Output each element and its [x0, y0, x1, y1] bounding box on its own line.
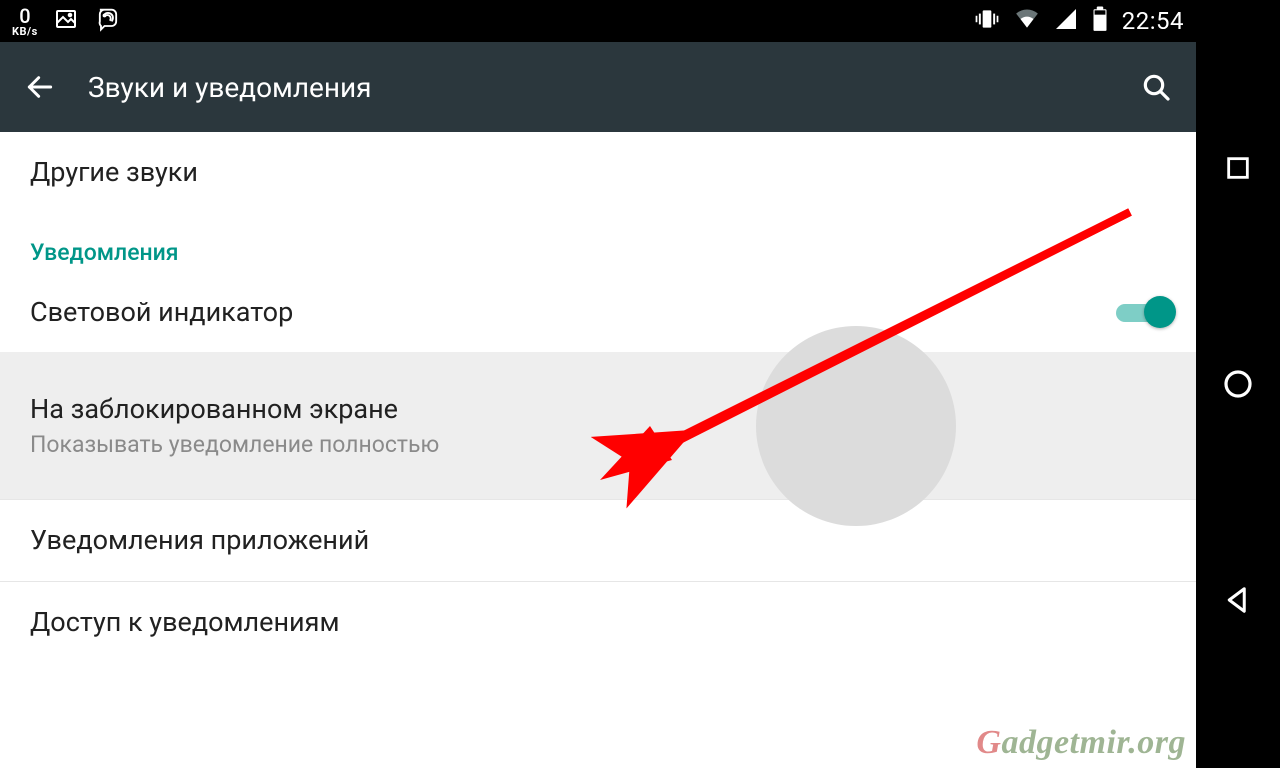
- row-notification-access[interactable]: Доступ к уведомлениям: [0, 582, 1196, 663]
- status-bar-left: 0 KB/s: [12, 5, 122, 38]
- row-lock-screen[interactable]: На заблокированном экране Показывать уве…: [0, 353, 1196, 499]
- back-nav-button[interactable]: [1220, 582, 1256, 618]
- settings-list: Другие звуки Уведомления Световой индика…: [0, 132, 1196, 768]
- watermark: Gadgetmir.org: [976, 724, 1186, 762]
- status-bar-right: 22:54: [974, 6, 1184, 37]
- app-bar: Звуки и уведомления: [0, 42, 1196, 132]
- battery-icon: [1092, 6, 1108, 37]
- section-notifications-header: Уведомления: [0, 213, 1196, 272]
- row-label: Доступ к уведомлениям: [30, 606, 340, 638]
- wifi-icon: [1014, 6, 1040, 37]
- watermark-g: G: [976, 724, 1001, 761]
- row-sublabel: Показывать уведомление полностью: [30, 431, 1166, 458]
- screen-area: 0 KB/s: [0, 0, 1196, 768]
- recent-apps-button[interactable]: [1220, 150, 1256, 186]
- status-bar: 0 KB/s: [0, 0, 1196, 42]
- network-speed-value: 0: [19, 6, 30, 26]
- page-title: Звуки и уведомления: [88, 71, 372, 104]
- home-button[interactable]: [1220, 366, 1256, 402]
- image-icon: [54, 7, 78, 36]
- viber-icon: [94, 5, 122, 38]
- status-clock: 22:54: [1122, 7, 1184, 35]
- switch-thumb: [1144, 296, 1176, 328]
- row-label: На заблокированном экране: [30, 393, 1166, 425]
- pulse-light-switch[interactable]: [1116, 296, 1172, 328]
- network-speed-indicator: 0 KB/s: [12, 6, 38, 37]
- row-label: Другие звуки: [30, 156, 198, 188]
- row-other-sounds[interactable]: Другие звуки: [0, 132, 1196, 213]
- back-button[interactable]: [20, 67, 60, 107]
- system-nav-bar: [1196, 0, 1280, 768]
- signal-icon: [1054, 7, 1078, 36]
- search-button[interactable]: [1136, 67, 1176, 107]
- watermark-rest: adgetmir.org: [1001, 724, 1186, 761]
- row-app-notifications[interactable]: Уведомления приложений: [0, 500, 1196, 581]
- row-pulse-light[interactable]: Световой индикатор: [0, 272, 1196, 353]
- vibrate-icon: [974, 6, 1000, 37]
- row-label: Световой индикатор: [30, 296, 293, 328]
- row-label: Уведомления приложений: [30, 524, 369, 556]
- network-speed-unit: KB/s: [12, 26, 38, 37]
